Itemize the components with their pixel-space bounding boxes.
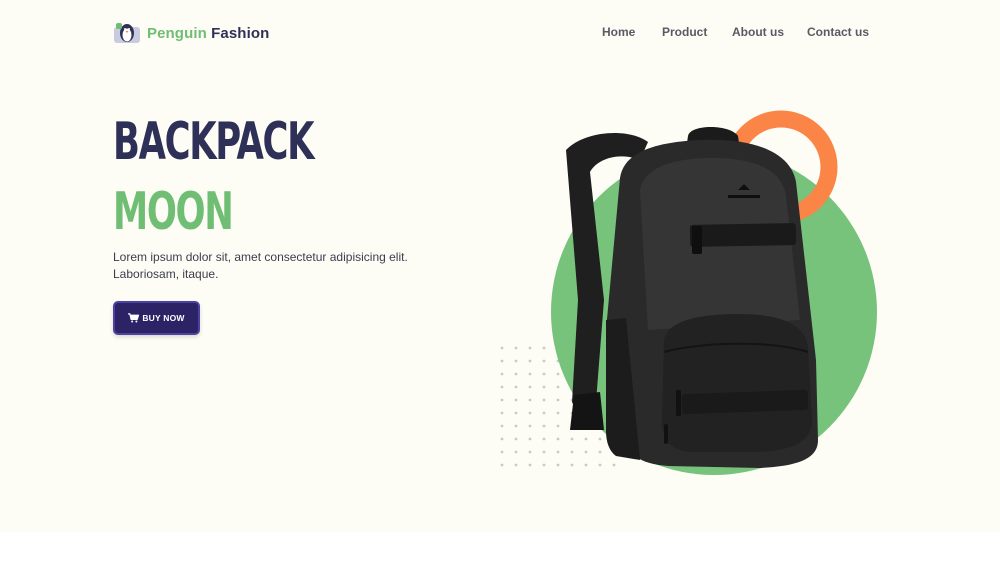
hero-title-line-2: MOON	[113, 182, 234, 242]
nav-contact-us[interactable]: Contact us	[807, 25, 869, 39]
buy-now-label: BUY NOW	[142, 313, 185, 323]
cart-icon	[128, 313, 140, 323]
nav-home[interactable]: Home	[602, 25, 635, 39]
main-nav: Home Product About us Contact us	[0, 25, 1000, 41]
buy-now-button[interactable]: BUY NOW	[113, 301, 200, 335]
hero-section: Penguin Fashion Home Product About us Co…	[0, 0, 1000, 532]
nav-about-us[interactable]: About us	[732, 25, 784, 39]
hero-description: Lorem ipsum dolor sit, amet consectetur …	[113, 250, 408, 281]
hero-title-line-1: BACKPACK	[113, 112, 315, 172]
nav-product[interactable]: Product	[662, 25, 707, 39]
